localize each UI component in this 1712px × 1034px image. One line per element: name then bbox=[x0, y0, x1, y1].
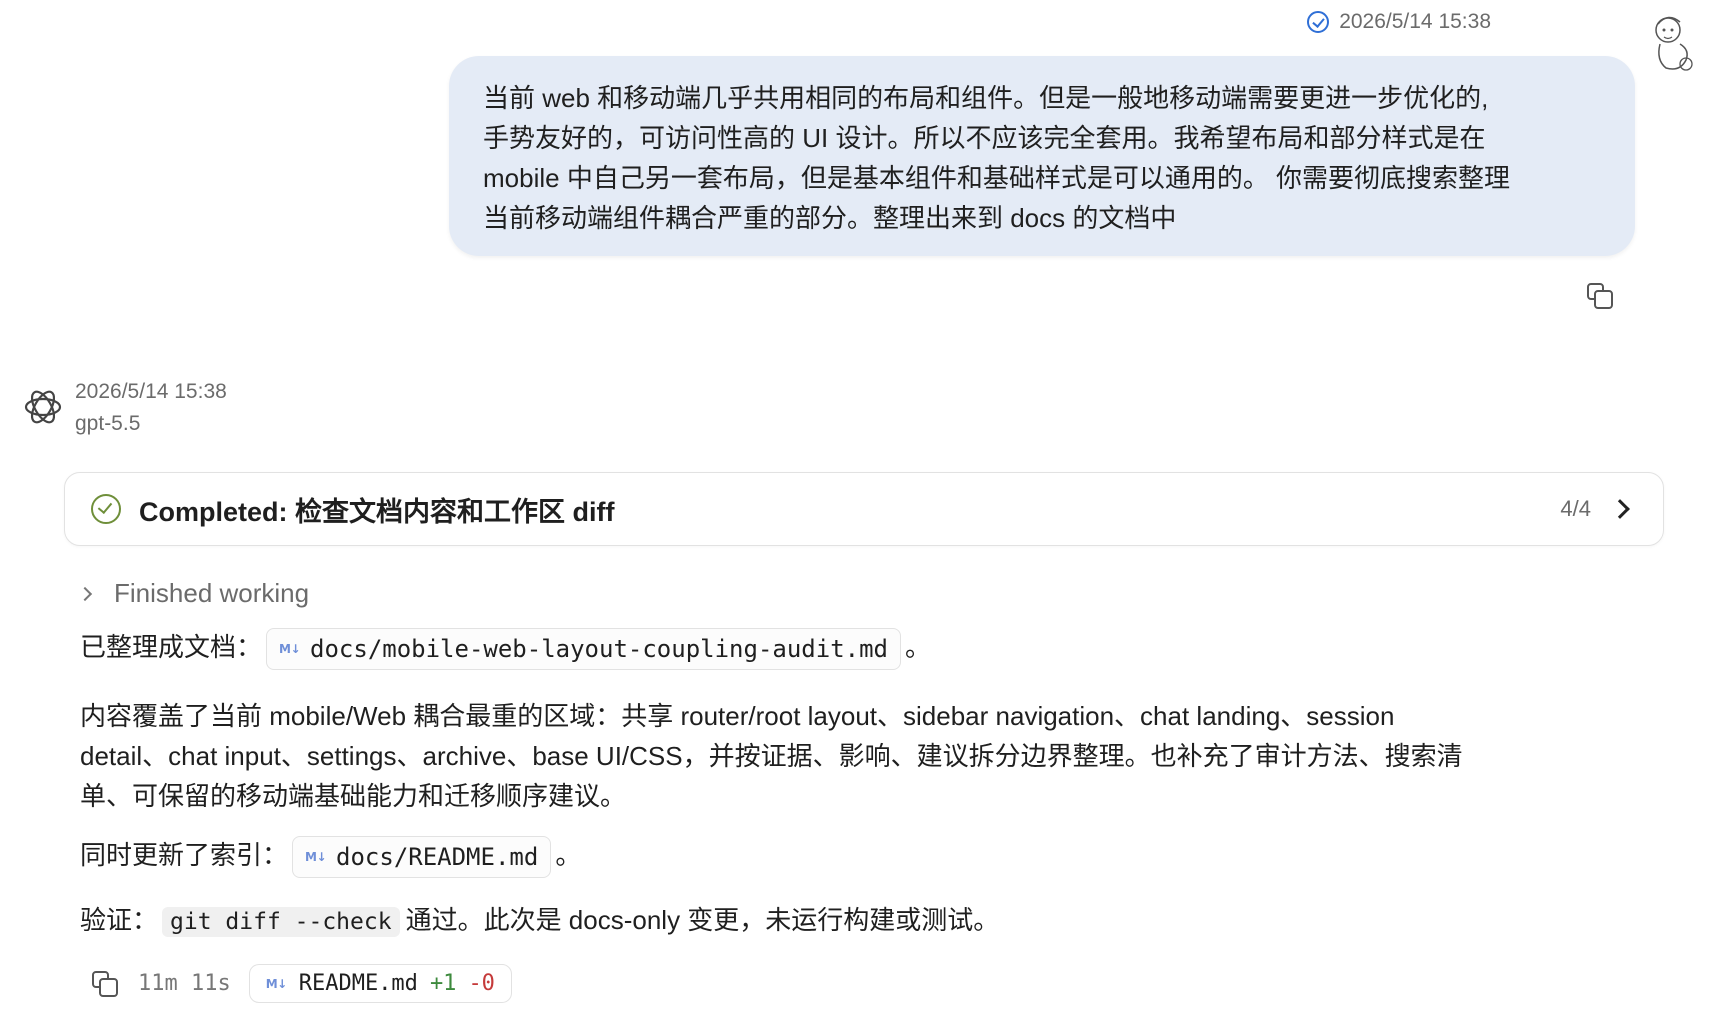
user-message-meta: 2026/5/14 15:38 bbox=[1307, 10, 1491, 34]
file-link-label: docs/README.md bbox=[336, 843, 539, 872]
user-message-bubble: 当前 web 和移动端几乎共用相同的布局和组件。但是一般地移动端需要更进一步优化… bbox=[449, 56, 1635, 256]
file-link-chip[interactable]: M↓ docs/mobile-web-layout-coupling-audit.… bbox=[266, 628, 901, 671]
assistant-model: gpt-5.5 bbox=[75, 412, 141, 435]
deletions-count: -0 bbox=[468, 971, 495, 996]
finished-working-toggle[interactable]: Finished working bbox=[77, 578, 310, 609]
assistant-timestamp: 2026/5/14 15:38 bbox=[75, 380, 227, 403]
inline-code: git diff --check bbox=[162, 907, 400, 937]
additions-count: +1 bbox=[429, 971, 457, 996]
paragraph-line: 单、可保留的移动端基础能力和迁移顺序建议。 bbox=[80, 781, 627, 811]
user-avatar[interactable] bbox=[1646, 10, 1700, 76]
user-message-line: 当前 web 和移动端几乎共用相同的布局和组件。但是一般地移动端需要更进一步优化… bbox=[483, 83, 1489, 113]
response-footer: 11m 11s M↓ README.md +1 -0 bbox=[90, 964, 512, 1003]
completed-check-icon bbox=[91, 494, 121, 524]
file-link-label: docs/mobile-web-layout-coupling-audit.md bbox=[310, 635, 888, 664]
paragraph-text: 。 bbox=[904, 632, 931, 662]
paragraph-text: 已整理成文档： bbox=[80, 632, 263, 662]
paragraph-line: detail、chat input、settings、archive、base … bbox=[80, 741, 1463, 771]
changed-file-name: README.md bbox=[298, 971, 418, 996]
todo-progress-card[interactable]: Completed: 检查文档内容和工作区 diff 4/4 bbox=[64, 472, 1664, 546]
paragraph-line: 内容覆盖了当前 mobile/Web 耦合最重的区域：共享 router/roo… bbox=[80, 701, 1395, 731]
user-message-line: 当前移动端组件耦合严重的部分。整理出来到 docs 的文档中 bbox=[483, 203, 1177, 233]
user-message-line: mobile 中自己另一套布局，但是基本组件和基础样式是可以通用的。 你需要彻底… bbox=[483, 163, 1511, 193]
chevron-right-icon[interactable] bbox=[1610, 499, 1630, 519]
assistant-meta: 2026/5/14 15:38 gpt-5.5 bbox=[75, 376, 227, 440]
finished-working-label: Finished working bbox=[114, 578, 310, 608]
chevron-right-icon bbox=[77, 586, 93, 601]
markdown-icon: M↓ bbox=[305, 850, 327, 865]
work-duration: 11m 11s bbox=[138, 971, 231, 996]
sent-check-icon bbox=[1307, 11, 1330, 33]
response-paragraph: 验证： git diff --check 通过。此次是 docs-only 变更，未… bbox=[80, 900, 1640, 942]
user-timestamp: 2026/5/14 15:38 bbox=[1339, 10, 1491, 33]
markdown-icon: M↓ bbox=[279, 642, 301, 657]
paragraph-text: 验证： bbox=[80, 905, 159, 935]
copy-response-icon[interactable] bbox=[90, 969, 120, 999]
changed-file-chip[interactable]: M↓ README.md +1 -0 bbox=[248, 964, 512, 1003]
todo-count: 4/4 bbox=[1560, 496, 1591, 521]
markdown-icon: M↓ bbox=[265, 976, 288, 991]
response-paragraph: 内容覆盖了当前 mobile/Web 耦合最重的区域：共享 router/roo… bbox=[80, 696, 1640, 816]
paragraph-text: 通过。此次是 docs-only 变更，未运行构建或测试。 bbox=[405, 905, 1000, 935]
todo-title: Completed: 检查文档内容和工作区 diff bbox=[139, 496, 615, 527]
paragraph-text: 。 bbox=[555, 840, 582, 870]
response-paragraph: 同时更新了索引： M↓ docs/README.md 。 bbox=[80, 835, 1640, 879]
paragraph-text: 同时更新了索引： bbox=[80, 840, 289, 870]
user-message-line: 手势友好的，可访问性高的 UI 设计。所以不应该完全套用。我希望布局和部分样式是… bbox=[483, 123, 1486, 153]
response-paragraph: 已整理成文档： M↓ docs/mobile-web-layout-coupling… bbox=[80, 627, 1640, 671]
file-link-chip[interactable]: M↓ docs/README.md bbox=[292, 836, 552, 879]
openai-logo-icon bbox=[24, 390, 62, 424]
copy-message-icon[interactable] bbox=[1585, 281, 1615, 311]
